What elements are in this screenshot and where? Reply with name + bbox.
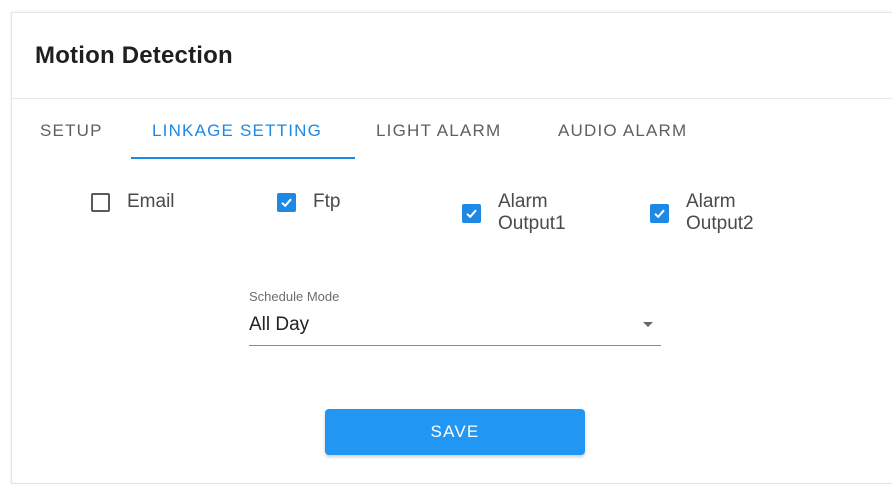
motion-detection-card: Motion Detection SETUP LINKAGE SETTING L… [11,12,892,484]
checkbox-unchecked-icon [91,193,110,212]
tab-bar: SETUP LINKAGE SETTING LIGHT ALARM AUDIO … [12,99,892,161]
tab-light-alarm[interactable]: LIGHT ALARM [376,121,501,141]
checkbox-label-ftp: Ftp [313,191,341,212]
active-tab-indicator [131,157,355,159]
tab-setup[interactable]: SETUP [40,121,103,141]
checkbox-checked-icon [277,193,296,212]
page-title: Motion Detection [35,42,233,69]
alarm-output1-checkbox[interactable]: Alarm Output1 [462,191,570,235]
checkbox-checked-icon [650,204,669,223]
tab-linkage-setting[interactable]: LINKAGE SETTING [152,121,322,141]
checkbox-checked-icon [462,204,481,223]
checkbox-label-alarm-output2: Alarm Output2 [686,191,754,234]
checkbox-label-email: Email [127,191,175,212]
email-checkbox[interactable]: Email [91,191,217,213]
schedule-mode-value: All Day [249,314,310,335]
alarm-output2-checkbox[interactable]: Alarm Output2 [650,191,758,235]
checkbox-label-alarm-output1: Alarm Output1 [498,191,566,234]
tab-audio-alarm[interactable]: AUDIO ALARM [558,121,687,141]
save-button[interactable]: SAVE [325,409,585,455]
schedule-mode-label: Schedule Mode [249,289,340,304]
schedule-mode-select[interactable]: Schedule Mode All Day [249,289,661,346]
card-header: Motion Detection [12,13,892,99]
dropdown-arrow-icon [643,322,653,327]
ftp-checkbox[interactable]: Ftp [277,191,403,213]
